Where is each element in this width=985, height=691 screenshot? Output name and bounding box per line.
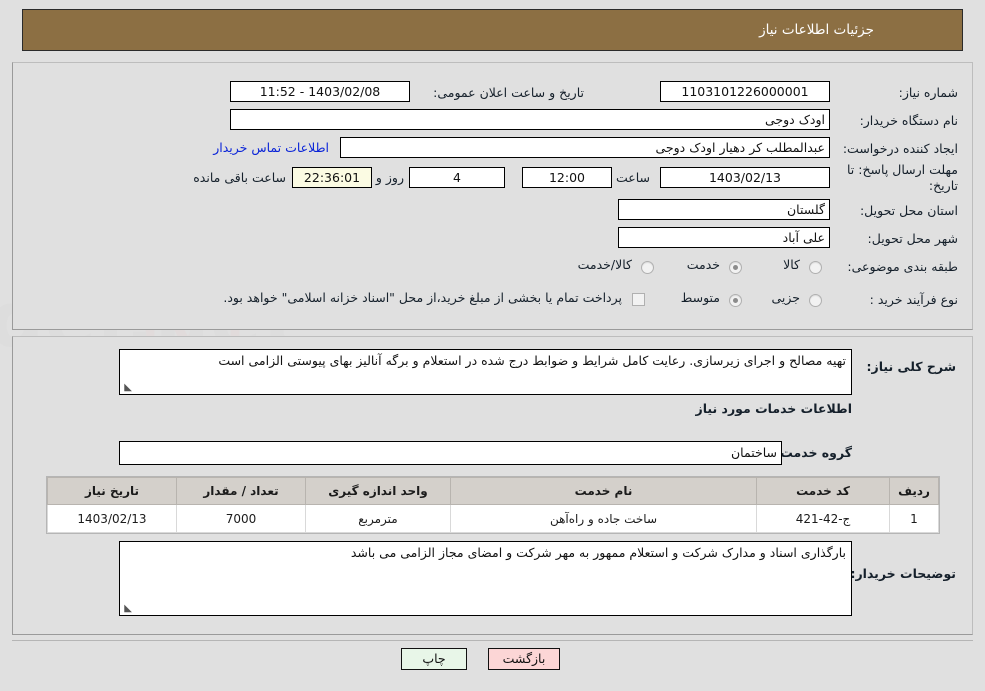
footer-separator bbox=[12, 640, 973, 641]
remaining-days-label: روز و bbox=[375, 170, 404, 185]
request-creator-value: عبدالمطلب کر دهیار اودک دوجی bbox=[340, 137, 830, 158]
page-header-bar: جزئیات اطلاعات نیاز bbox=[22, 9, 963, 51]
table-header-row: ردیف کد خدمت نام خدمت واحد اندازه گیری ت… bbox=[47, 477, 939, 505]
buyer-contact-link[interactable]: اطلاعات تماس خریدار bbox=[213, 140, 329, 155]
category-option-label-1: خدمت bbox=[686, 257, 720, 272]
service-group-label: گروه خدمت: bbox=[775, 445, 852, 460]
resize-grip-icon[interactable]: ◣ bbox=[122, 383, 132, 393]
cell-service-name: ساخت جاده و راه‌آهن bbox=[450, 504, 757, 533]
category-radio-kala[interactable] bbox=[809, 261, 822, 274]
service-group-value: ساختمان bbox=[119, 441, 782, 465]
buyer-org-label: نام دستگاه خریدار: bbox=[859, 113, 958, 128]
buyer-notes-value[interactable]: بارگذاری اسناد و مدارک شرکت و استعلام مم… bbox=[119, 541, 852, 616]
back-button[interactable]: بازگشت bbox=[488, 648, 560, 670]
need-number-label: شماره نیاز: bbox=[898, 85, 958, 100]
resize-grip-icon-2[interactable]: ◣ bbox=[122, 604, 132, 614]
col-service-code: کد خدمت bbox=[756, 477, 890, 505]
print-button[interactable]: چاپ bbox=[401, 648, 467, 670]
col-need-date: تاریخ نیاز bbox=[47, 477, 177, 505]
process-option-label-1: متوسط bbox=[680, 290, 720, 305]
col-row-no: ردیف bbox=[889, 477, 939, 505]
city-value: علی آباد bbox=[618, 227, 830, 248]
buyer-notes-label: توضیحات خریدار: bbox=[850, 566, 956, 581]
category-radio-khedmat[interactable] bbox=[729, 261, 742, 274]
col-service-name: نام خدمت bbox=[450, 477, 757, 505]
deadline-label: مهلت ارسال پاسخ: تا تاریخ: bbox=[836, 162, 958, 194]
deadline-hour-label: ساعت bbox=[615, 170, 650, 185]
remaining-time-label: ساعت باقی مانده bbox=[193, 170, 286, 185]
process-option-label-0: جزیی bbox=[771, 290, 800, 305]
process-type-label: نوع فرآیند خرید : bbox=[869, 292, 958, 307]
col-unit: واحد اندازه گیری bbox=[305, 477, 451, 505]
cell-unit: مترمربع bbox=[305, 504, 451, 533]
table-row[interactable]: 1 ج-42-421 ساخت جاده و راه‌آهن مترمربع 7… bbox=[47, 504, 939, 533]
page-title: جزئیات اطلاعات نیاز bbox=[759, 22, 874, 38]
deadline-hour-value: 12:00 bbox=[522, 167, 612, 188]
province-value: گلستان bbox=[618, 199, 830, 220]
deadline-label-line1: مهلت ارسال پاسخ: تا bbox=[847, 162, 958, 177]
buyer-org-value: اودک دوجی bbox=[230, 109, 830, 130]
treasury-note-checkbox[interactable] bbox=[632, 293, 645, 306]
services-section-title: اطلاعات خدمات مورد نیاز bbox=[695, 401, 853, 416]
category-option-label-2: کالا/خدمت bbox=[577, 257, 632, 272]
remaining-time-value: 22:36:01 bbox=[292, 167, 372, 188]
process-radio-jozee[interactable] bbox=[809, 294, 822, 307]
deadline-date-value: 1403/02/13 bbox=[660, 167, 830, 188]
cell-quantity: 7000 bbox=[176, 504, 306, 533]
buyer-notes-text: بارگذاری اسناد و مدارک شرکت و استعلام مم… bbox=[350, 545, 846, 560]
col-quantity: تعداد / مقدار bbox=[176, 477, 306, 505]
announce-datetime-label: تاریخ و ساعت اعلان عمومی: bbox=[433, 85, 584, 100]
treasury-note-text: پرداخت تمام یا بخشی از مبلغ خرید،از محل … bbox=[223, 290, 622, 305]
category-label: طبقه بندی موضوعی: bbox=[847, 259, 958, 274]
need-summary-panel: شماره نیاز: 1103101226000001 تاریخ و ساع… bbox=[12, 62, 973, 330]
category-option-label-0: کالا bbox=[783, 257, 800, 272]
page-root: AriaTender.net جزئیات اطلاعات نیاز شماره… bbox=[0, 0, 985, 691]
cell-row-no: 1 bbox=[889, 504, 939, 533]
deadline-label-line2: تاریخ: bbox=[928, 178, 958, 193]
city-label: شهر محل تحویل: bbox=[867, 231, 958, 246]
need-number-value: 1103101226000001 bbox=[660, 81, 830, 102]
process-radio-motevaset[interactable] bbox=[729, 294, 742, 307]
announce-datetime-value: 1403/02/08 - 11:52 bbox=[230, 81, 410, 102]
cell-need-date: 1403/02/13 bbox=[47, 504, 177, 533]
services-table: ردیف کد خدمت نام خدمت واحد اندازه گیری ت… bbox=[47, 477, 939, 533]
request-creator-label: ایجاد کننده درخواست: bbox=[842, 141, 958, 156]
general-desc-value[interactable]: تهیه مصالح و اجرای زیرسازی. رعایت کامل ش… bbox=[119, 349, 852, 395]
remaining-days-value: 4 bbox=[409, 167, 505, 188]
general-desc-text: تهیه مصالح و اجرای زیرسازی. رعایت کامل ش… bbox=[218, 353, 846, 368]
province-label: استان محل تحویل: bbox=[859, 203, 958, 218]
cell-service-code: ج-42-421 bbox=[756, 504, 890, 533]
general-desc-label: شرح کلی نیاز: bbox=[866, 359, 956, 374]
category-radio-kala-khedmat[interactable] bbox=[641, 261, 654, 274]
